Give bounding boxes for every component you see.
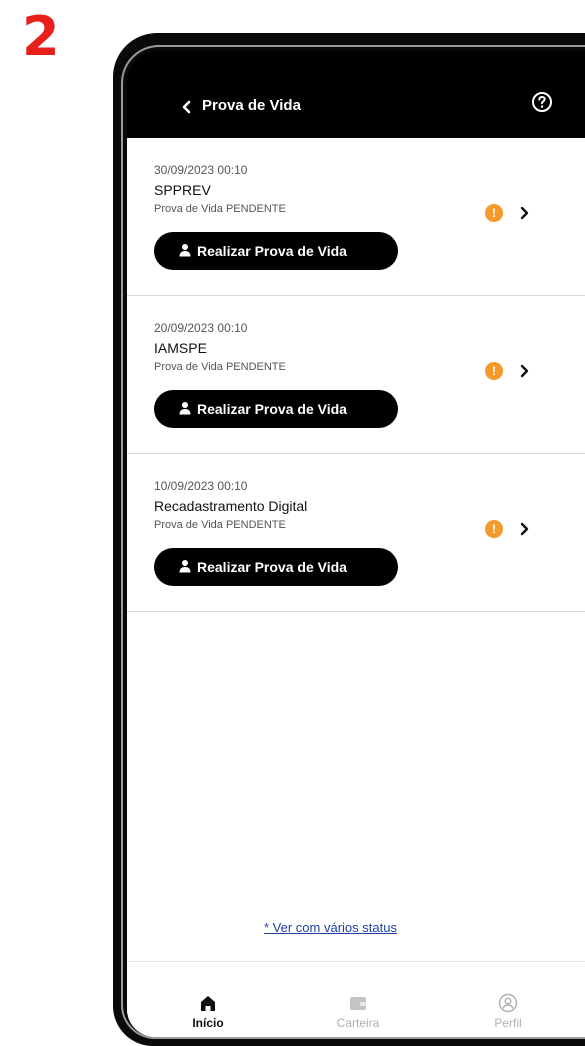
- warning-icon: !: [485, 204, 503, 222]
- item-status: Prova de Vida PENDENTE: [154, 519, 286, 531]
- help-icon: [532, 92, 552, 112]
- home-icon: [201, 996, 215, 1011]
- nav-item-perfil[interactable]: Perfil: [458, 962, 558, 1037]
- item-name: Recadastramento Digital: [154, 498, 308, 514]
- person-icon: [179, 560, 191, 573]
- warning-icon: !: [485, 520, 503, 538]
- action-button-label: Realizar Prova de Vida: [197, 559, 347, 575]
- phone-frame: Prova de Vida 30/09/2023 00:10 SPPREV Pr…: [113, 33, 585, 1046]
- item-name: SPPREV: [154, 182, 211, 198]
- help-button[interactable]: [530, 90, 554, 114]
- back-button[interactable]: [179, 97, 197, 117]
- bottom-nav: Início Carteira Perfil: [127, 961, 585, 1037]
- list-item[interactable]: 30/09/2023 00:10 SPPREV Prova de Vida PE…: [127, 138, 585, 296]
- action-button-label: Realizar Prova de Vida: [197, 401, 347, 417]
- step-number: 2: [22, 5, 60, 68]
- item-date: 30/09/2023 00:10: [154, 163, 248, 177]
- nav-item-carteira[interactable]: Carteira: [308, 962, 408, 1037]
- content-area: 30/09/2023 00:10 SPPREV Prova de Vida PE…: [127, 138, 585, 1037]
- nav-label-perfil: Perfil: [494, 1016, 522, 1030]
- item-date: 20/09/2023 00:10: [154, 321, 248, 335]
- app-screen: Prova de Vida 30/09/2023 00:10 SPPREV Pr…: [127, 51, 585, 1037]
- chevron-right-icon[interactable]: [518, 361, 532, 381]
- page-title: Prova de Vida: [202, 97, 301, 114]
- person-icon: [179, 402, 191, 415]
- list-item[interactable]: 20/09/2023 00:10 IAMSPE Prova de Vida PE…: [127, 296, 585, 454]
- item-status: Prova de Vida PENDENTE: [154, 203, 286, 215]
- item-status: Prova de Vida PENDENTE: [154, 361, 286, 373]
- item-name: IAMSPE: [154, 340, 207, 356]
- action-button-label: Realizar Prova de Vida: [197, 243, 347, 259]
- item-date: 10/09/2023 00:10: [154, 479, 248, 493]
- realizar-prova-de-vida-button[interactable]: Realizar Prova de Vida: [154, 548, 398, 586]
- wallet-icon: [350, 997, 366, 1010]
- chevron-right-icon[interactable]: [518, 519, 532, 539]
- warning-icon: !: [485, 362, 503, 380]
- chevron-right-icon[interactable]: [518, 203, 532, 223]
- app-header: Prova de Vida: [127, 51, 585, 138]
- realizar-prova-de-vida-button[interactable]: Realizar Prova de Vida: [154, 390, 398, 428]
- ver-varios-status-link[interactable]: * Ver com vários status: [264, 919, 397, 937]
- chevron-left-icon: [182, 100, 191, 114]
- list-item[interactable]: 10/09/2023 00:10 Recadastramento Digital…: [127, 454, 585, 612]
- profile-icon: [498, 993, 518, 1013]
- realizar-prova-de-vida-button[interactable]: Realizar Prova de Vida: [154, 232, 398, 270]
- nav-label-inicio: Início: [192, 1016, 224, 1030]
- nav-item-inicio[interactable]: Início: [158, 962, 258, 1037]
- person-icon: [179, 244, 191, 257]
- nav-label-carteira: Carteira: [336, 1016, 380, 1030]
